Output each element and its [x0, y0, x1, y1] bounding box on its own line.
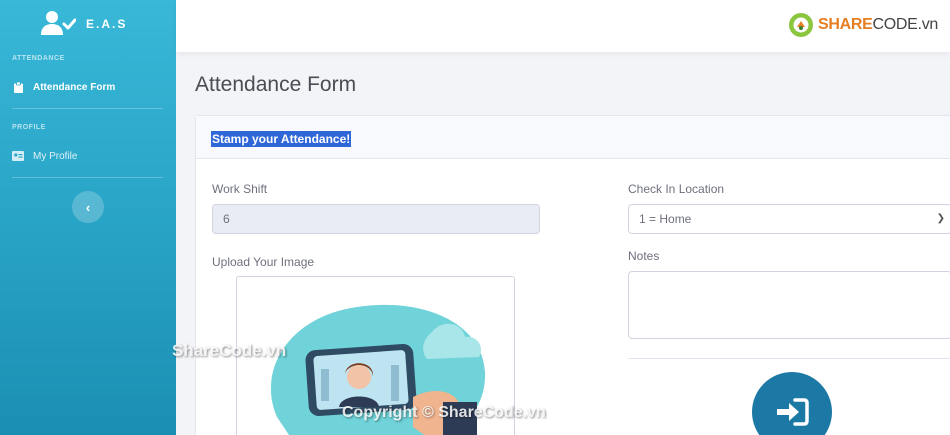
- sharecode-logo: SHARECODE.vn: [788, 12, 938, 38]
- topbar: SHARECODE.vn: [176, 0, 950, 52]
- watermark-left: ShareCode.vn: [172, 341, 287, 360]
- check-in-location-value: 1 = Home: [639, 212, 692, 226]
- chevron-down-icon: ❯: [936, 213, 945, 224]
- watermark-bottom: Copyright © ShareCode.vn: [342, 404, 546, 421]
- sidebar-item-label: Attendance Form: [33, 81, 116, 93]
- sidebar-item-my-profile[interactable]: My Profile: [12, 150, 77, 162]
- sidebar-item-label: My Profile: [33, 150, 78, 162]
- check-in-location-select[interactable]: 1 = Home ❯: [628, 204, 950, 234]
- sidebar-divider: [12, 108, 163, 109]
- sidebar: E.A.S ATTENDANCE Attendance Form PROFILE…: [0, 0, 176, 435]
- sidebar-divider: [12, 177, 163, 178]
- clipboard-icon: [12, 81, 24, 93]
- work-shift-label: Work Shift: [212, 182, 268, 196]
- page-title: Attendance Form: [195, 73, 357, 96]
- sidebar-toggle-button[interactable]: ‹: [72, 191, 104, 223]
- upload-image-label: Upload Your Image: [212, 255, 315, 269]
- logo-text-prefix: SHARE: [818, 16, 873, 33]
- user-check-icon: [41, 11, 76, 35]
- form-divider: [628, 358, 950, 359]
- check-in-location-label: Check In Location: [628, 182, 725, 196]
- sidebar-heading-profile: PROFILE: [12, 124, 46, 131]
- logo-text: SHARECODE.vn: [818, 16, 938, 34]
- sidebar-heading-attendance: ATTENDANCE: [12, 55, 65, 62]
- id-card-icon: [12, 150, 24, 162]
- notes-label: Notes: [628, 249, 660, 263]
- attendance-card: Stamp your Attendance! Work Shift 6 Uplo…: [195, 115, 950, 435]
- sharecode-logo-icon: [789, 13, 813, 37]
- logo-text-suffix: CODE.vn: [872, 16, 939, 33]
- card-header-title: Stamp your Attendance!: [211, 131, 352, 147]
- brand[interactable]: E.A.S: [40, 9, 127, 39]
- check-in-submit-button[interactable]: [752, 372, 832, 435]
- chevron-left-icon: ‹: [85, 199, 91, 215]
- work-shift-field[interactable]: 6: [212, 204, 540, 234]
- sign-in-icon: [777, 398, 809, 426]
- card-header: Stamp your Attendance!: [196, 116, 950, 159]
- brand-name: E.A.S: [86, 17, 128, 31]
- notes-textarea[interactable]: [628, 271, 950, 339]
- sidebar-item-attendance-form[interactable]: Attendance Form: [12, 81, 115, 93]
